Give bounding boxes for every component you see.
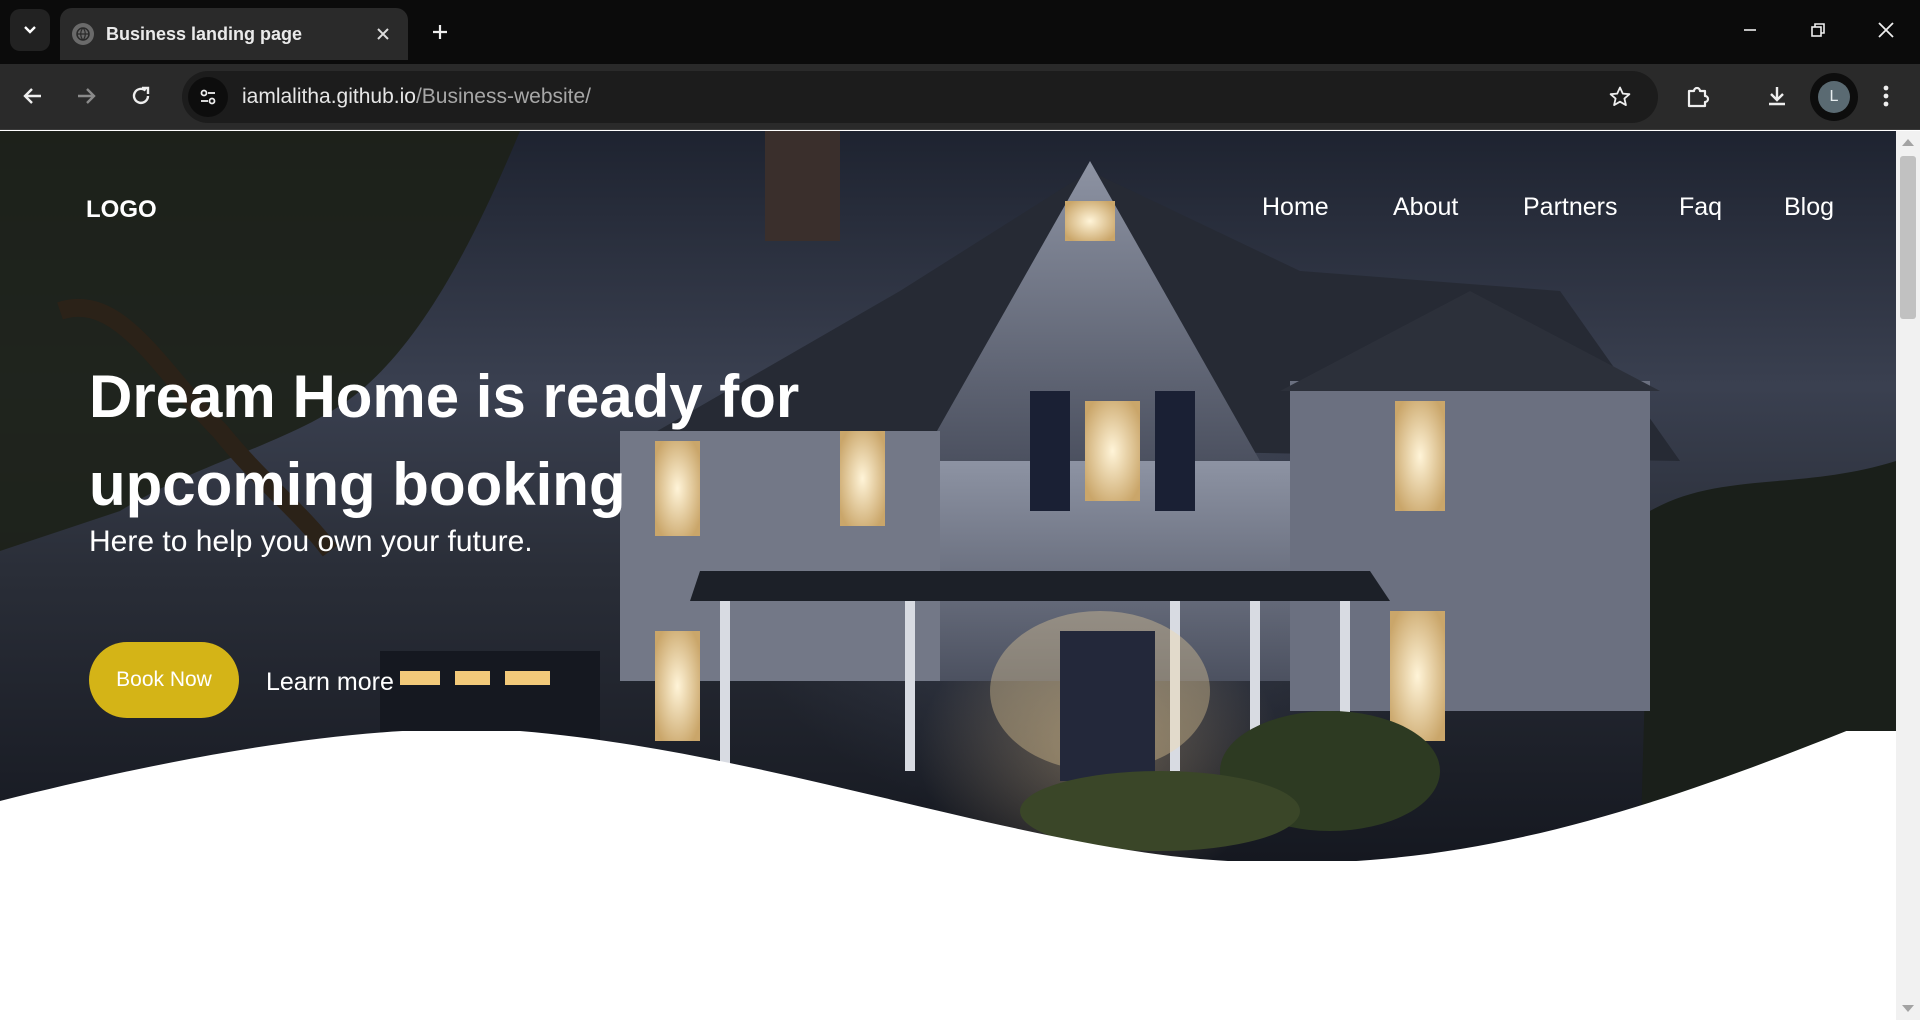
- hero-wave-divider: [0, 731, 1896, 891]
- new-tab-button[interactable]: [420, 12, 460, 52]
- browser-tab-active[interactable]: Business landing page: [60, 8, 408, 60]
- bookmark-button[interactable]: [1598, 75, 1642, 119]
- nav-link-about[interactable]: About: [1393, 193, 1458, 222]
- browser-menu-button[interactable]: [1864, 74, 1908, 118]
- url-host: iamlalitha.github.io: [242, 85, 416, 108]
- close-icon: [377, 28, 389, 40]
- download-icon: [1769, 87, 1785, 106]
- address-bar[interactable]: iamlalitha.github.io/Business-website/: [182, 71, 1658, 123]
- tab-title: Business landing page: [106, 23, 303, 44]
- avatar: L: [1818, 81, 1850, 113]
- plus-icon: [433, 25, 447, 39]
- browser-toolbar: iamlalitha.github.io/Business-website/ L: [0, 64, 1920, 130]
- arrow-left-icon: [23, 88, 41, 104]
- browser-tab-strip: Business landing page: [0, 0, 1920, 64]
- tab-search-button[interactable]: [10, 9, 50, 51]
- url-path: /Business-website/: [415, 85, 592, 108]
- scrollbar-thumb[interactable]: [1900, 156, 1916, 319]
- arrow-right-icon: [78, 88, 96, 104]
- star-icon: [1609, 86, 1631, 106]
- minimize-button[interactable]: [1716, 0, 1784, 60]
- hero-subheadline: Here to help you own your future.: [89, 525, 533, 558]
- site-info-button[interactable]: [188, 77, 228, 117]
- reload-button[interactable]: [119, 74, 163, 118]
- close-icon: [1878, 22, 1894, 38]
- page-viewport: LOGO Home About Partners Faq Blog Dream …: [0, 131, 1896, 1020]
- page-scrollbar[interactable]: [1896, 131, 1920, 1020]
- tab-close-button[interactable]: [368, 19, 398, 49]
- extensions-button[interactable]: [1676, 74, 1720, 118]
- book-now-button[interactable]: Book Now: [89, 642, 239, 718]
- scroll-up-arrow[interactable]: [1902, 139, 1914, 146]
- back-button[interactable]: [11, 74, 55, 118]
- restore-icon: [1811, 23, 1825, 37]
- site-logo[interactable]: LOGO: [86, 196, 157, 224]
- chevron-down-icon: [24, 26, 36, 34]
- nav-link-faq[interactable]: Faq: [1679, 193, 1722, 222]
- url-text: iamlalitha.github.io/Business-website/: [242, 85, 1598, 109]
- hero-headline: Dream Home is ready for upcoming booking: [89, 363, 800, 518]
- learn-more-link[interactable]: Learn more: [266, 668, 394, 697]
- minimize-icon: [1744, 29, 1756, 31]
- nav-link-partners[interactable]: Partners: [1523, 193, 1617, 222]
- nav-link-blog[interactable]: Blog: [1784, 193, 1834, 222]
- forward-button[interactable]: [64, 74, 108, 118]
- restore-button[interactable]: [1784, 0, 1852, 60]
- close-window-button[interactable]: [1852, 0, 1920, 60]
- puzzle-icon: [1687, 86, 1710, 108]
- profile-avatar-button[interactable]: L: [1810, 73, 1858, 121]
- nav-link-home[interactable]: Home: [1262, 193, 1329, 222]
- reload-icon: [132, 86, 150, 105]
- downloads-button[interactable]: [1755, 74, 1799, 118]
- more-vertical-icon: [1883, 85, 1889, 107]
- scroll-down-arrow[interactable]: [1902, 1005, 1914, 1012]
- globe-icon: [72, 23, 94, 45]
- tune-icon: [200, 89, 216, 105]
